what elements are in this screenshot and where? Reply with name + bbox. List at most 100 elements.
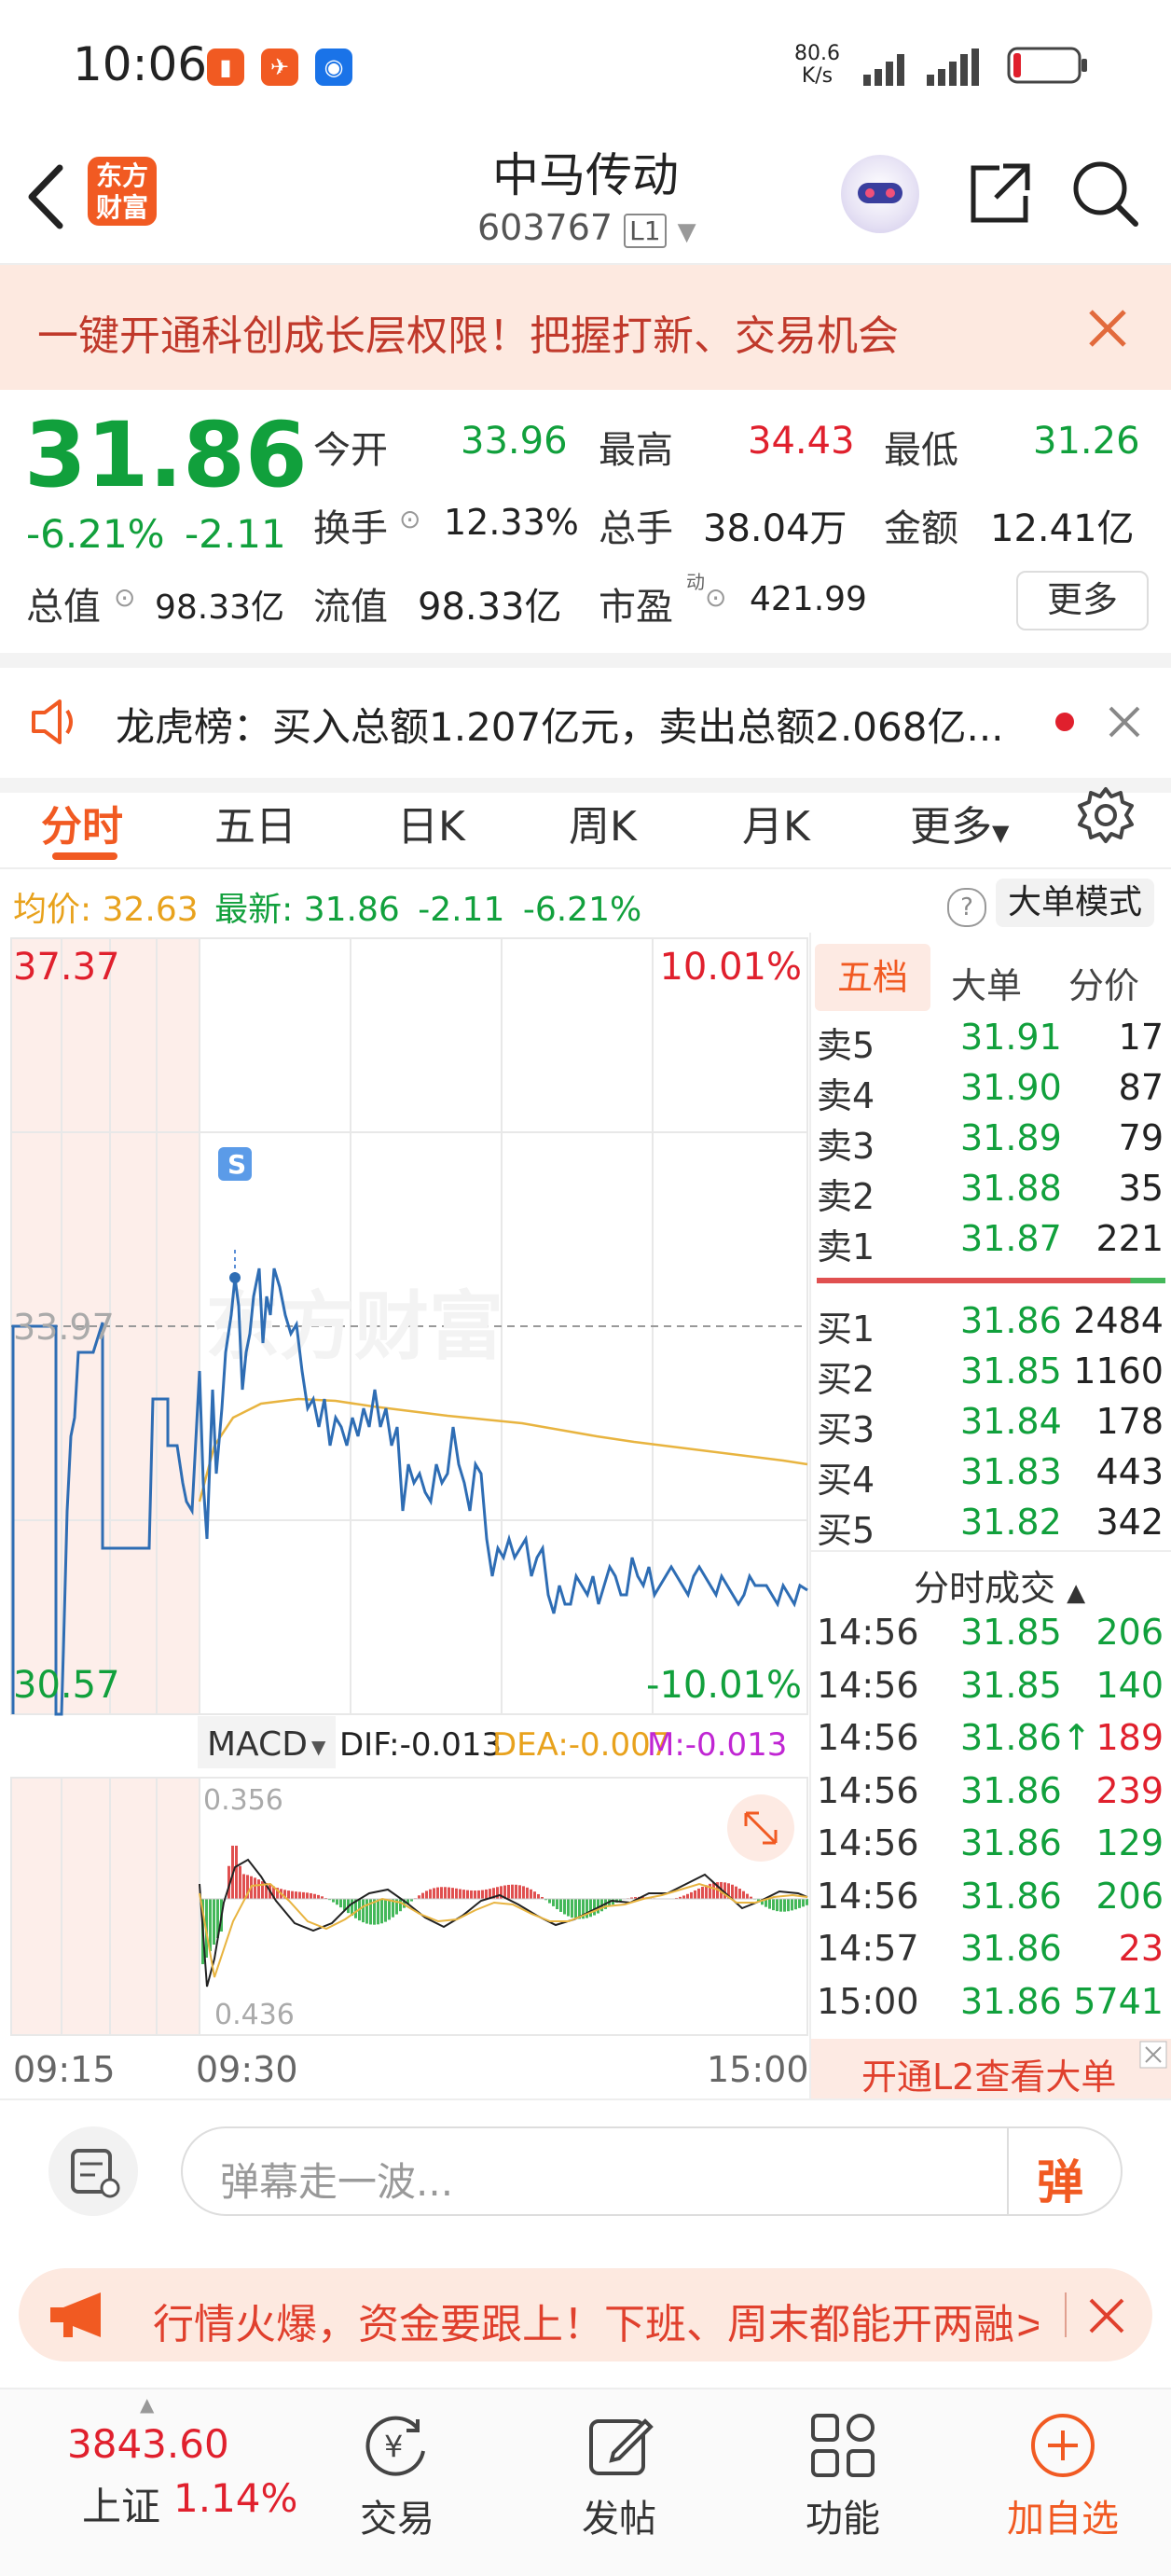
functions-icon[interactable] [807,2410,878,2481]
level-label: 卖3 [817,1117,875,1169]
level-price: 31.85 [960,1350,1062,1392]
info-icon[interactable]: ⊙ [705,582,726,613]
info-icon[interactable]: ⊙ [399,504,420,534]
add-watchlist-icon[interactable] [1026,2408,1100,2483]
tab-five-level[interactable]: 五档 [815,944,930,1011]
macd-bar [567,1899,570,1917]
big-order-mode-button[interactable]: 大单模式 [996,879,1154,927]
divider [1065,2292,1067,2337]
pre-market-area-macd [11,1778,200,2035]
ticks-title-label: 分时成交 [914,1568,1055,1609]
tab-monthly-k[interactable]: 月K [742,793,810,852]
volume-label: 总手 [599,498,673,552]
level-label: 卖5 [817,1017,875,1068]
level-volume: 221 [1095,1218,1164,1259]
ticks-title[interactable]: 分时成交 ▲ [914,1559,1085,1611]
tick-row: 14:5631.86↑189 [811,1717,1171,1769]
danmaku-bar: 弹幕走一波... 弹 [0,2098,1171,2259]
post-icon[interactable] [586,2410,656,2481]
index-pct[interactable]: 1.14% [173,2475,297,2521]
macd-bar [254,1877,256,1899]
share-icon[interactable] [964,159,1035,229]
bid-level-row: 买531.82342 [811,1502,1171,1552]
tab-big-order[interactable]: 大单 [951,957,1022,1008]
macd-bar [380,1899,383,1923]
promo-ad-text: 行情火爆，资金要跟上！下班、周末都能开两融> [153,2291,1039,2350]
assistant-avatar[interactable] [841,155,919,233]
ask-level-row: 卖331.8979 [811,1117,1171,1168]
close-icon[interactable] [1106,703,1143,741]
macd-bar [518,1885,521,1899]
macd-bar [559,1899,562,1912]
nav-trade[interactable]: 交易 [304,2488,490,2542]
macd-bar [682,1895,685,1899]
tab-daily-k[interactable]: 日K [397,793,465,852]
tab-intraday[interactable]: 分时 [41,793,123,852]
macd-bar [686,1894,689,1899]
battery-icon [1007,45,1091,86]
intraday-chart[interactable]: 东方财富 S 37.37 30.57 33.97 10.01% -10.01% … [0,867,811,2098]
macd-bar [712,1883,715,1899]
tab-five-day[interactable]: 五日 [214,793,296,852]
bulb-notification-icon: ◉ [315,48,352,86]
macd-bar [418,1895,420,1899]
macd-bar [507,1885,510,1899]
nav-post[interactable]: 发帖 [526,2488,712,2542]
nav-functions[interactable]: 功能 [750,2488,936,2542]
close-icon[interactable] [1139,2041,1167,2069]
nav-add-watchlist[interactable]: 加自选 [970,2488,1156,2542]
x-end-label: 15:00 [707,2049,809,2090]
tick-time: 14:57 [817,1928,919,1969]
macd-bar [522,1886,525,1899]
tick-time: 14:56 [817,1876,919,1917]
notice-text: 龙虎榜：买入总额1.207亿元，卖出总额2.068亿... [116,696,1004,753]
index-value[interactable]: 3843.60 [67,2421,229,2467]
pe-dynamic-tag: 动 [686,567,705,594]
tick-volume: 129 [1095,1822,1164,1863]
tick-volume: 23 [1119,1928,1164,1969]
news-notification-icon: ✈ [261,48,298,86]
tab-weekly-k[interactable]: 周K [569,793,637,852]
tick-time: 14:56 [817,1665,919,1706]
tick-row: 14:5731.8623 [811,1928,1171,1980]
macd-bar [235,1846,238,1899]
marker-dot [229,1272,241,1283]
chevron-up-icon: ▲ [140,2393,154,2416]
close-icon[interactable] [1087,2296,1126,2335]
stock-code-row[interactable]: 603767 L1 ▼ [477,207,696,248]
change-pct: -6.21% [26,511,165,557]
danmaku-send-button[interactable]: 弹 [1037,2145,1083,2212]
tick-time: 14:56 [817,1612,919,1653]
macd-bar [563,1899,566,1914]
tick-row: 14:5631.86206 [811,1876,1171,1928]
promo-banner[interactable]: 一键开通科创成长层权限！把握打新、交易机会 [0,265,1171,390]
speaker-icon [28,696,84,748]
danmaku-settings-icon[interactable] [48,2126,138,2216]
dea-value: DEA:-0.007 [492,1726,670,1764]
tab-more[interactable]: 更多▼ [910,793,1009,852]
index-name[interactable]: 上证 [82,2475,160,2532]
macd-bar [776,1899,778,1911]
l2-upgrade-bar[interactable]: 开通L2查看大单 [811,2039,1171,2098]
settings-icon[interactable] [1076,785,1136,845]
ref-label: 33.97 [13,1307,115,1348]
trade-icon[interactable]: ¥ [362,2410,433,2481]
macd-bar [429,1890,432,1899]
info-icon[interactable]: ⊙ [114,582,135,613]
help-icon[interactable]: ? [947,888,986,927]
close-icon[interactable] [1085,306,1130,351]
tick-row: 14:5631.86129 [811,1822,1171,1875]
macd-bar [384,1899,387,1922]
promo-ad[interactable]: 行情火爆，资金要跟上！下班、周末都能开两融> [19,2268,1152,2361]
danmaku-input[interactable]: 弹幕走一波... 弹 [181,2126,1123,2216]
macd-bar [287,1890,290,1899]
chevron-up-icon: ▲ [1067,1579,1085,1607]
macd-bar [768,1899,771,1909]
tick-volume: 206 [1095,1876,1164,1917]
macd-bar [313,1894,316,1899]
tick-row: 14:5631.85206 [811,1612,1171,1664]
more-button[interactable]: 更多 [1016,571,1149,630]
macd-bar [731,1885,734,1899]
search-icon[interactable] [1070,159,1141,229]
tab-price-dist[interactable]: 分价 [1068,957,1139,1008]
